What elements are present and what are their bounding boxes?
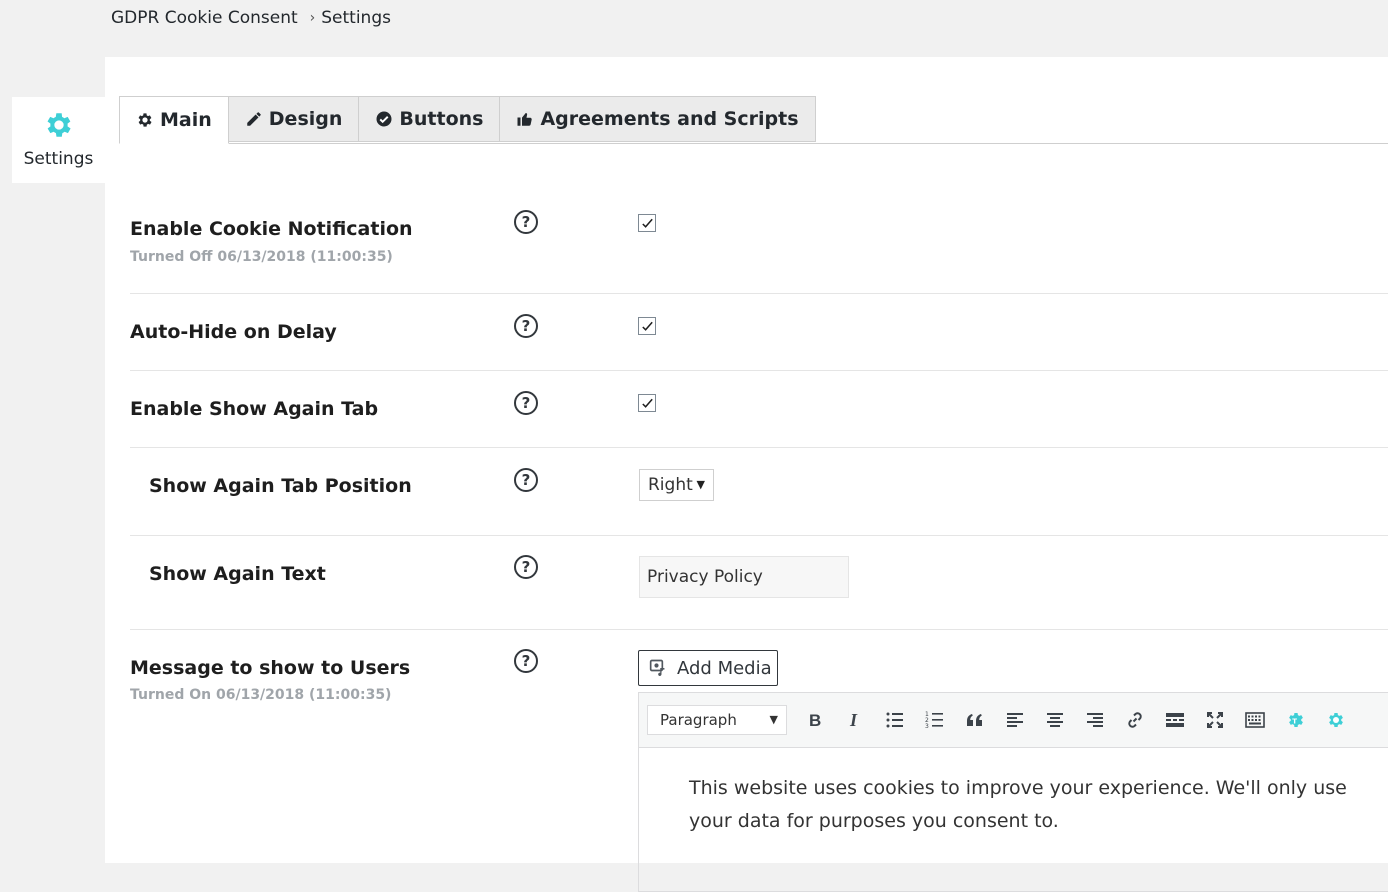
- show-again-position-select[interactable]: Right ▼: [639, 469, 714, 501]
- setting-title: Message to show to Users: [130, 657, 411, 679]
- tab-bar: Main Design Buttons Agreements and Scrip…: [119, 96, 816, 144]
- media-icon: [649, 659, 665, 676]
- bold-button[interactable]: B: [795, 702, 835, 738]
- numbered-list-button[interactable]: 1 2 3: [915, 702, 955, 738]
- setting-row-auto-hide: Auto-Hide on Delay ?: [130, 294, 1388, 371]
- svg-text:3: 3: [925, 723, 929, 730]
- align-center-button[interactable]: [1035, 702, 1075, 738]
- align-left-button[interactable]: [995, 702, 1035, 738]
- translate-button[interactable]: T: [1275, 702, 1315, 738]
- enable-cookie-notification-checkbox[interactable]: [638, 214, 656, 232]
- checkmark-icon: [642, 218, 653, 228]
- link-icon: [1128, 712, 1142, 728]
- setting-title: Show Again Tab Position: [149, 475, 412, 497]
- thumbs-up-icon: [517, 112, 533, 126]
- message-editor: Paragraph ▼ B I 1 2 3 T This website use…: [638, 692, 1388, 892]
- help-icon[interactable]: ?: [514, 468, 538, 492]
- bulleted-list-button[interactable]: [875, 702, 915, 738]
- checkmark-icon: [642, 398, 653, 408]
- auto-hide-checkbox[interactable]: [638, 317, 656, 335]
- caret-down-icon: ▼: [769, 713, 778, 726]
- gear-icon: [1329, 713, 1343, 727]
- bold-icon: B: [809, 711, 821, 730]
- help-icon[interactable]: ?: [514, 555, 538, 579]
- tab-main[interactable]: Main: [119, 96, 229, 144]
- settings-panel: Main Design Buttons Agreements and Scrip…: [105, 57, 1388, 892]
- translate-icon: T: [1289, 713, 1303, 727]
- setting-title: Show Again Text: [149, 563, 326, 585]
- help-icon[interactable]: ?: [514, 649, 538, 673]
- side-tab-label: Settings: [23, 149, 94, 169]
- keyboard-icon: [1245, 712, 1265, 728]
- tab-buttons[interactable]: Buttons: [359, 96, 501, 142]
- show-again-tab-checkbox[interactable]: [638, 394, 656, 412]
- fullscreen-icon: [1207, 712, 1223, 728]
- setting-row-show-again-tab: Enable Show Again Tab ?: [130, 371, 1388, 448]
- tab-agreements-label: Agreements and Scripts: [540, 108, 799, 130]
- breadcrumb: GDPR Cookie Consent › Settings: [111, 8, 391, 28]
- checkmark-icon: [642, 321, 653, 331]
- caret-down-icon: ▼: [696, 478, 705, 491]
- svg-text:T: T: [1292, 717, 1297, 725]
- align-right-button[interactable]: [1075, 702, 1115, 738]
- add-media-label: Add Media: [677, 657, 772, 679]
- setting-status: Turned On 06/13/2018 (11:00:35): [130, 687, 392, 703]
- align-center-icon: [1047, 713, 1063, 727]
- format-select[interactable]: Paragraph ▼: [647, 705, 787, 735]
- setting-row-show-again-position: Show Again Tab Position ? Right ▼: [130, 448, 1388, 536]
- svg-text:B: B: [809, 711, 821, 730]
- help-icon[interactable]: ?: [514, 314, 538, 338]
- read-more-button[interactable]: [1155, 702, 1195, 738]
- check-circle-icon: [376, 111, 392, 127]
- fullscreen-button[interactable]: [1195, 702, 1235, 738]
- help-icon[interactable]: ?: [514, 210, 538, 234]
- breadcrumb-separator: ›: [309, 10, 316, 26]
- align-left-icon: [1007, 713, 1023, 727]
- setting-row-message: Message to show to Users Turned On 06/13…: [130, 630, 1388, 892]
- numbered-list-icon: 1 2 3: [925, 711, 943, 730]
- svg-text:I: I: [849, 710, 858, 730]
- tab-main-label: Main: [160, 109, 212, 131]
- blockquote-icon: [967, 714, 982, 726]
- gear-icon: [47, 113, 71, 137]
- tab-agreements-scripts[interactable]: Agreements and Scripts: [500, 96, 816, 142]
- add-media-button[interactable]: Add Media: [638, 650, 778, 686]
- align-right-icon: [1087, 713, 1103, 727]
- pencil-icon: [247, 112, 261, 126]
- tab-buttons-label: Buttons: [399, 108, 484, 130]
- breadcrumb-root[interactable]: GDPR Cookie Consent: [111, 8, 298, 28]
- italic-button[interactable]: I: [835, 702, 875, 738]
- blockquote-button[interactable]: [955, 702, 995, 738]
- editor-toolbar: Paragraph ▼ B I 1 2 3 T: [639, 693, 1388, 748]
- breadcrumb-current: Settings: [321, 8, 391, 28]
- italic-icon: I: [849, 710, 858, 730]
- read-more-icon: [1166, 713, 1184, 727]
- editor-content[interactable]: This website uses cookies to improve you…: [639, 748, 1388, 838]
- grammar-button[interactable]: [1315, 702, 1355, 738]
- setting-title: Enable Show Again Tab: [130, 398, 379, 420]
- setting-status: Turned Off 06/13/2018 (11:00:35): [130, 249, 393, 265]
- setting-title: Auto-Hide on Delay: [130, 321, 337, 343]
- setting-title: Enable Cookie Notification: [130, 218, 413, 240]
- tab-bar-divider: [119, 143, 1388, 144]
- show-again-text-input[interactable]: Privacy Policy: [639, 556, 849, 598]
- select-value: Right: [648, 475, 693, 495]
- side-tab-settings[interactable]: Settings: [12, 97, 105, 183]
- tab-design-label: Design: [268, 108, 343, 130]
- tab-design[interactable]: Design: [228, 96, 360, 142]
- setting-row-show-again-text: Show Again Text ? Privacy Policy: [130, 536, 1388, 630]
- format-value: Paragraph: [660, 711, 737, 729]
- link-button[interactable]: [1115, 702, 1155, 738]
- gear-icon: [138, 113, 152, 127]
- setting-row-enable-cookie-notification: Enable Cookie Notification Turned Off 06…: [130, 187, 1388, 294]
- bulleted-list-icon: [886, 712, 903, 728]
- help-icon[interactable]: ?: [514, 391, 538, 415]
- toolbar-toggle-button[interactable]: [1235, 702, 1275, 738]
